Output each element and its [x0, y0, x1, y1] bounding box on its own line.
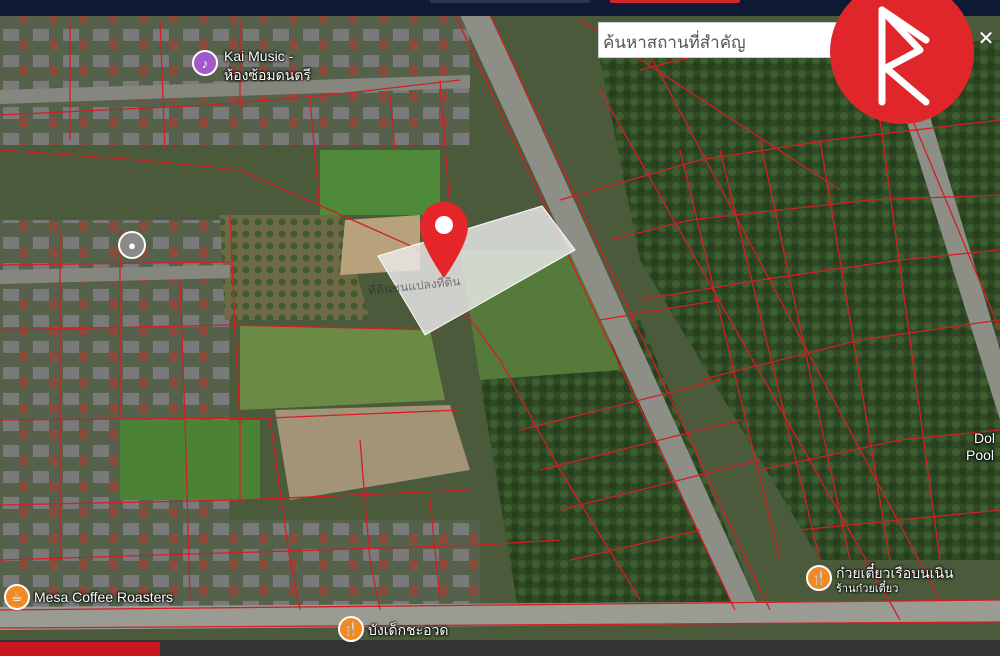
poi-label: Dol	[974, 430, 996, 446]
location-icon: ●	[118, 231, 146, 259]
cafe-icon: ☕	[4, 584, 30, 610]
top-tab-left[interactable]	[430, 0, 590, 3]
restaurant-icon: 🍴	[338, 616, 364, 642]
music-icon: ♪	[192, 50, 218, 76]
poi-label: Mesa Coffee Roasters	[34, 589, 174, 605]
poi-sublabel: ร้านก๋วยเตี๋ยว	[836, 583, 899, 595]
location-pin-icon[interactable]	[418, 200, 470, 280]
brand-logo	[830, 0, 974, 124]
poi-label: บังเด็กชะอวด	[368, 622, 449, 638]
poi-label: Kai Music -	[224, 48, 294, 64]
poi-sublabel: ห้องซ้อมดนตรี	[224, 67, 311, 83]
restaurant-icon: 🍴	[806, 565, 832, 591]
top-tab-right[interactable]	[610, 0, 740, 3]
poi-sublabel: Pool	[966, 447, 995, 463]
close-icon[interactable]: ✕	[975, 26, 997, 52]
